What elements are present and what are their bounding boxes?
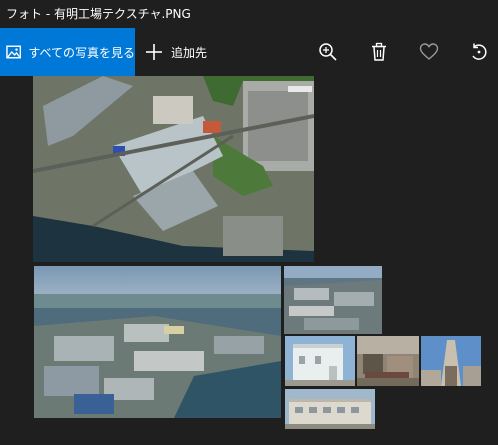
toolbar: すべての写真を見る 追加先: [0, 28, 498, 76]
rotate-icon[interactable]: [469, 42, 489, 62]
add-to-label: 追加先: [171, 45, 208, 60]
white-building-image: [285, 336, 355, 386]
factory-wide-shot-image: [284, 266, 382, 334]
see-all-photos-button[interactable]: すべての写真を見る: [0, 28, 135, 76]
chimney-structure-image: [421, 336, 481, 386]
window-title: フォト - 有明工場テクスチャ.PNG: [0, 0, 498, 28]
aerial-factory-bay-image: [34, 266, 281, 418]
photos-icon: [6, 45, 22, 59]
low-office-building-image: [285, 389, 375, 429]
add-to-button[interactable]: 追加先: [145, 28, 207, 76]
heart-icon[interactable]: [419, 42, 439, 62]
photo-canvas[interactable]: [0, 76, 498, 445]
see-all-photos-label: すべての写真を見る: [28, 45, 135, 60]
aerial-factory-top-image: [33, 76, 314, 262]
plus-icon: [146, 44, 162, 60]
zoom-in-icon[interactable]: [318, 42, 338, 62]
trash-icon[interactable]: [369, 42, 389, 62]
industrial-interior-image: [357, 336, 419, 386]
